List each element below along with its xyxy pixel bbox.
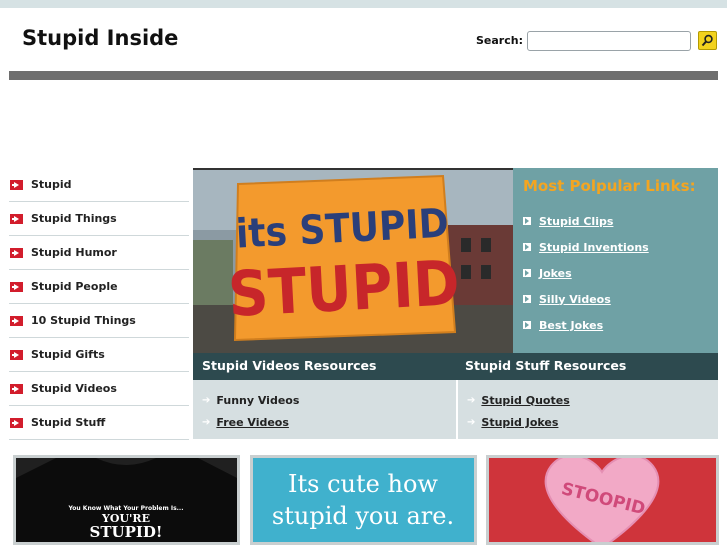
arrow-right-icon	[10, 349, 23, 360]
tshirt-image: You Know What Your Problem Is... YOU'RE …	[16, 458, 237, 542]
sidebar-item-stupid-videos[interactable]: Stupid Videos	[9, 372, 189, 406]
arrow-right-icon	[10, 179, 23, 190]
resource-link-stupid-jokes[interactable]: Stupid Jokes	[481, 416, 558, 429]
shirt-big-text-2: STUPID!	[90, 523, 163, 541]
site-title[interactable]: Stupid Inside	[22, 26, 178, 50]
arrow-right-icon	[10, 281, 23, 292]
protest-sign-photo: its STUPID STUPID	[193, 170, 513, 353]
sidebar-item-stupid-gifts[interactable]: Stupid Gifts	[9, 338, 189, 372]
sidebar-item-stupid-humor[interactable]: Stupid Humor	[9, 236, 189, 270]
bullet-arrow-icon	[523, 321, 531, 329]
bullet-arrow-icon	[523, 295, 531, 303]
resource-link-stupid-quotes[interactable]: Stupid Quotes	[481, 394, 569, 407]
popular-link-best-jokes[interactable]: Best Jokes	[523, 312, 718, 338]
arrow-right-icon: ➔	[202, 416, 211, 428]
arrow-right-icon	[10, 213, 23, 224]
stuff-resources-list: ➔ Stupid Quotes ➔ Stupid Jokes	[458, 380, 718, 439]
arrow-right-icon	[10, 383, 23, 394]
sign-text-line2: STUPID	[226, 246, 461, 331]
popular-link-label: Best Jokes	[539, 318, 604, 332]
list-item[interactable]: ➔ Funny Videos	[202, 389, 456, 411]
videos-resources-list: ➔ Funny Videos ➔ Free Videos	[193, 380, 456, 439]
search-input[interactable]	[527, 31, 691, 51]
sidebar-item-label: Stupid Gifts	[31, 348, 105, 361]
top-strip	[0, 0, 727, 8]
arrow-right-icon	[10, 247, 23, 258]
sidebar-item-label: 10 Stupid Things	[31, 314, 136, 327]
stuff-resources-title: Stupid Stuff Resources	[457, 353, 718, 380]
videos-resources-title: Stupid Videos Resources	[193, 353, 457, 380]
shirt-small-text: You Know What Your Problem Is...	[68, 505, 184, 512]
sidebar-item-stupid-stuff[interactable]: Stupid Stuff	[9, 406, 189, 440]
arrow-right-icon	[10, 315, 23, 326]
arrow-right-icon: ➔	[202, 394, 211, 406]
sidebar-item-stupid-things[interactable]: Stupid Things	[9, 202, 189, 236]
quote-line-1: Its cute how	[288, 470, 438, 498]
bullet-arrow-icon	[523, 269, 531, 277]
bullet-arrow-icon	[523, 243, 531, 251]
popular-link-label: Stupid Clips	[539, 214, 614, 228]
resource-link-free-videos[interactable]: Free Videos	[216, 416, 289, 429]
list-item[interactable]: ➔ Free Videos	[202, 411, 456, 433]
popular-link-label: Silly Videos	[539, 292, 611, 306]
popular-link-stupid-inventions[interactable]: Stupid Inventions	[523, 234, 718, 260]
sidebar-item-label: Stupid Videos	[31, 382, 117, 395]
thumbnail-cute-quote[interactable]: Its cute how stupid you are.	[250, 455, 477, 545]
sidebar-item-label: Stupid Humor	[31, 246, 117, 259]
list-item[interactable]: ➔ Stupid Jokes	[467, 411, 718, 433]
sidebar-nav: Stupid Stupid Things Stupid Humor Stupid…	[9, 168, 189, 440]
popular-link-label: Jokes	[539, 266, 572, 280]
arrow-right-icon: ➔	[467, 416, 476, 428]
popular-link-label: Stupid Inventions	[539, 240, 649, 254]
sidebar-item-label: Stupid Stuff	[31, 416, 106, 429]
arrow-right-icon	[10, 417, 23, 428]
hero-image: its STUPID STUPID	[193, 168, 513, 353]
popular-link-jokes[interactable]: Jokes	[523, 260, 718, 286]
magnifier-icon	[701, 34, 713, 47]
thumbnail-candy-heart[interactable]: STOOPID	[486, 455, 719, 545]
arrow-right-icon: ➔	[467, 394, 476, 406]
sidebar-item-stupid-people[interactable]: Stupid People	[9, 270, 189, 304]
quote-line-2: stupid you are.	[272, 502, 454, 530]
popular-link-stupid-clips[interactable]: Stupid Clips	[523, 208, 718, 234]
popular-links-panel: Most Polpular Links: Stupid Clips Stupid…	[513, 168, 718, 353]
header-divider-bar	[9, 71, 718, 80]
popular-link-silly-videos[interactable]: Silly Videos	[523, 286, 718, 312]
sidebar-item-stupid[interactable]: Stupid	[9, 168, 189, 202]
candy-heart-image: STOOPID	[489, 458, 716, 542]
quote-card-image: Its cute how stupid you are.	[253, 458, 474, 542]
sidebar-item-label: Stupid	[31, 178, 72, 191]
sidebar-item-label: Stupid Things	[31, 212, 117, 225]
popular-links-title: Most Polpular Links:	[523, 177, 696, 195]
bullet-arrow-icon	[523, 217, 531, 225]
resource-link-funny-videos[interactable]: Funny Videos	[216, 394, 299, 407]
search-button[interactable]	[698, 31, 717, 50]
sidebar-item-10-stupid-things[interactable]: 10 Stupid Things	[9, 304, 189, 338]
sidebar-item-label: Stupid People	[31, 280, 118, 293]
search-label: Search:	[476, 34, 523, 47]
thumbnail-shirt[interactable]: You Know What Your Problem Is... YOU'RE …	[13, 455, 240, 545]
list-item[interactable]: ➔ Stupid Quotes	[467, 389, 718, 411]
